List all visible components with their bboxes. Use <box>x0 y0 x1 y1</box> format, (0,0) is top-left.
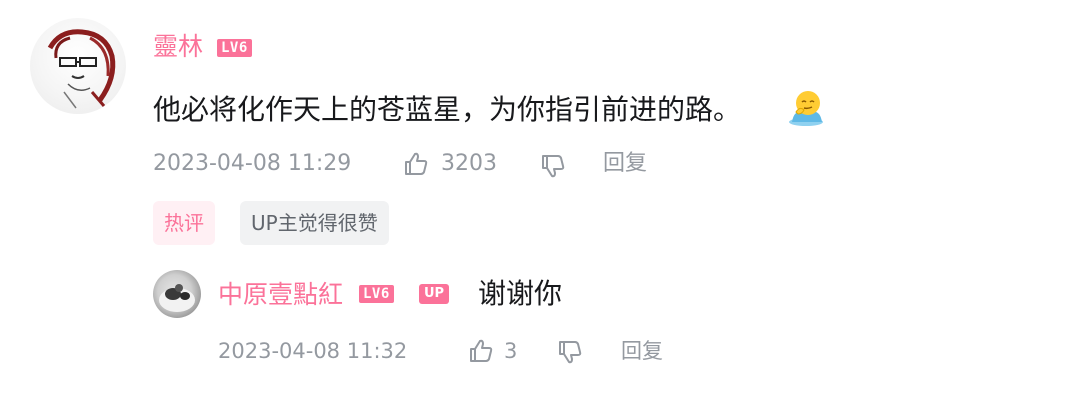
reply-avatar[interactable] <box>153 270 201 318</box>
avatar[interactable] <box>30 18 126 114</box>
comment-username[interactable]: 靈林 <box>153 32 203 62</box>
level-badge: LV6 <box>217 39 252 57</box>
hot-comment-tag: 热评 <box>153 201 215 245</box>
reply-avatar-image <box>159 284 195 312</box>
comment-content: 他必将化作天上的苍蓝星，为你指引前进的路。 <box>153 93 742 126</box>
reply-reply-button[interactable]: 回复 <box>621 337 663 365</box>
reply-username[interactable]: 中原壹點紅 <box>218 280 343 310</box>
avatar-sketch-image <box>47 29 116 109</box>
reply-thumbs-down-icon[interactable] <box>557 339 583 365</box>
comment-text: 他必将化作天上的苍蓝星，为你指引前进的路。 <box>153 92 741 128</box>
like-count: 3203 <box>441 151 497 176</box>
comment-timestamp: 2023-04-08 11:29 <box>153 151 352 176</box>
reply-thumbs-up-icon[interactable] <box>468 338 494 364</box>
thumbs-up-icon[interactable] <box>403 151 429 177</box>
reply-content: 谢谢你 <box>478 277 563 310</box>
reply-timestamp: 2023-04-08 11:32 <box>218 339 408 363</box>
reply-like-count: 3 <box>504 339 518 363</box>
thumbs-down-icon[interactable] <box>540 153 566 179</box>
reply-level-badge: LV6 <box>359 285 394 303</box>
reply-button[interactable]: 回复 <box>603 150 647 178</box>
up-liked-tag: UP主觉得很赞 <box>240 201 389 245</box>
up-badge: UP <box>419 284 450 304</box>
thinking-face-emoji <box>788 88 826 130</box>
